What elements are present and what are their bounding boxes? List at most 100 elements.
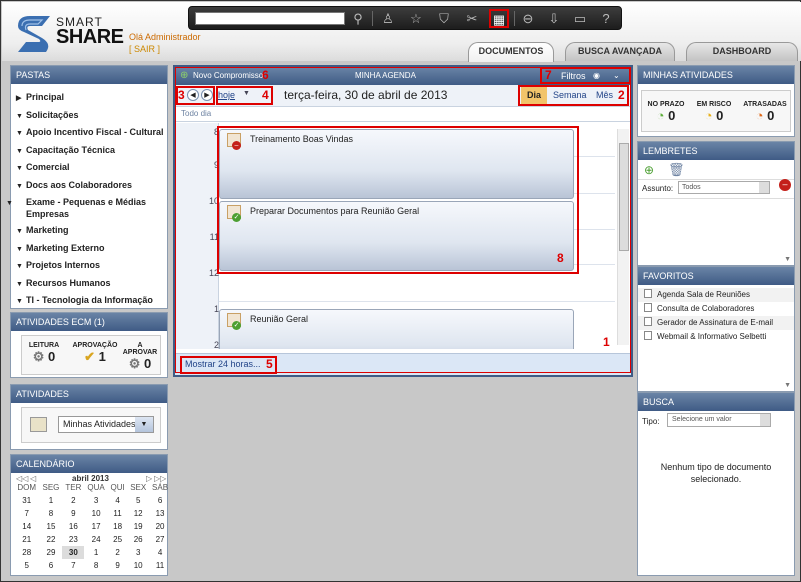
type-select[interactable]: Selecione um valor — [667, 413, 771, 427]
status-on-time[interactable]: NO PRAZO ◔ 0 — [644, 101, 688, 123]
add-icon[interactable]: ⊕ — [644, 163, 654, 177]
calendar-day[interactable]: 20 — [149, 520, 171, 533]
calendar-icon[interactable]: ▦ — [489, 9, 509, 28]
calendar-day[interactable]: 7 — [62, 559, 84, 572]
remove-icon[interactable]: – — [779, 179, 791, 191]
favorite-item[interactable]: Agenda Sala de Reuniões — [638, 288, 794, 302]
tab-busca-avancada[interactable]: BUSCA AVANÇADA — [565, 42, 675, 61]
ecm-to-approve[interactable]: A APROVAR ⚙ 0 — [120, 342, 160, 372]
activities-select[interactable]: Minhas Atividades ▼ — [58, 416, 154, 433]
tools-icon[interactable]: ✂ — [463, 10, 481, 27]
status-value: 0 — [668, 108, 676, 123]
collapse-icon: ▼ — [16, 130, 23, 137]
clock-icon: ◔ — [704, 108, 713, 123]
calendar-day[interactable]: 4 — [149, 546, 171, 559]
calendar-day[interactable]: 29 — [39, 546, 62, 559]
chevron-down-icon[interactable] — [759, 182, 769, 193]
calendar-day[interactable]: 4 — [108, 494, 127, 507]
download-icon[interactable]: ⇩ — [545, 10, 563, 27]
calendar-day[interactable]: 1 — [39, 494, 62, 507]
calendar-day[interactable]: 23 — [62, 533, 84, 546]
calendar-day[interactable]: 25 — [108, 533, 127, 546]
calendar-day[interactable]: 28 — [14, 546, 39, 559]
activities-box: Minhas Atividades ▼ — [21, 407, 161, 443]
printer-icon[interactable]: ⊖ — [519, 10, 537, 27]
star-icon[interactable]: ☆ — [407, 10, 425, 27]
calendar-day[interactable]: 2 — [108, 546, 127, 559]
calendar-day[interactable]: 5 — [127, 494, 149, 507]
calendar-day[interactable]: 9 — [108, 559, 127, 572]
folder-item[interactable]: ▼ Comercial — [11, 159, 167, 177]
calendar-day[interactable]: 18 — [108, 520, 127, 533]
calendar-day[interactable]: 6 — [39, 559, 62, 572]
calendar-day[interactable]: 5 — [14, 559, 39, 572]
folder-item[interactable]: ▼ TI - Tecnologia da Informação — [11, 292, 167, 310]
subject-select[interactable]: Todos — [678, 181, 770, 194]
user-icon[interactable]: ♙ — [379, 10, 397, 27]
tag-icon[interactable]: ⛉ — [435, 10, 453, 27]
calendar-day[interactable]: 10 — [127, 559, 149, 572]
chevron-down-icon[interactable]: ▼ — [135, 417, 153, 432]
calendar-day[interactable]: 24 — [84, 533, 108, 546]
folder-item[interactable]: ▼ Solicitações — [11, 107, 167, 125]
favorite-item[interactable]: Webmail & Informativo Selbetti — [638, 330, 794, 344]
favorite-item[interactable]: Consulta de Colaboradores — [638, 302, 794, 316]
calendar-day[interactable]: 13 — [149, 507, 171, 520]
favorite-item[interactable]: Gerador de Assinatura de E-mail — [638, 316, 794, 330]
status-late[interactable]: ATRASADAS ◔ 0 — [741, 101, 789, 123]
calendar-day[interactable]: 22 — [39, 533, 62, 546]
folder-item[interactable]: ▼ Apoio Incentivo Fiscal - Cultural — [11, 124, 167, 142]
tab-dashboard[interactable]: DASHBOARD — [686, 42, 798, 61]
calendar-day[interactable]: 15 — [39, 520, 62, 533]
search-icon[interactable]: ⚲ — [349, 10, 367, 27]
folder-item[interactable]: ▼ Recursos Humanos — [11, 275, 167, 293]
calendar-day[interactable]: 31 — [14, 494, 39, 507]
calendar-day[interactable]: 17 — [84, 520, 108, 533]
folder-item[interactable]: ▼ Projetos Internos — [11, 257, 167, 275]
calendar-day[interactable]: 14 — [14, 520, 39, 533]
calendar-day[interactable]: 8 — [39, 507, 62, 520]
chevron-down-icon[interactable] — [760, 414, 770, 426]
folder-label: Docs aos Colaboradores — [26, 179, 133, 190]
chevron-down-icon[interactable]: ▼ — [784, 256, 791, 263]
calendar-day-today[interactable]: 30 — [62, 546, 85, 559]
folder-label: Projetos Internos — [26, 260, 101, 270]
calendar-day[interactable]: 12 — [127, 507, 149, 520]
ecm-value-row: ✔ 1 — [72, 349, 118, 365]
status-at-risk[interactable]: EM RISCO ◔ 0 — [692, 101, 736, 123]
folder-item[interactable]: ▼ Marketing Externo — [11, 240, 167, 258]
folder-item[interactable]: ▶ Principal — [11, 89, 167, 107]
folder-item[interactable]: ▼ Capacitação Técnica — [11, 142, 167, 160]
calendar-day[interactable]: 26 — [127, 533, 149, 546]
calendar-day[interactable]: 2 — [62, 494, 84, 507]
ecm-approval[interactable]: APROVAÇÃO ✔ 1 — [72, 342, 118, 365]
folder-item[interactable]: ▼ Exame - Pequenas e Médias Empresas — [6, 194, 167, 222]
calendar-day[interactable]: 3 — [84, 494, 108, 507]
calendar-day[interactable]: 6 — [149, 494, 171, 507]
calendar-day[interactable]: 1 — [84, 546, 108, 559]
folder-item[interactable]: ▼ Marketing — [11, 222, 167, 240]
calendar-day[interactable]: 3 — [127, 546, 149, 559]
folder-label: Solicitações — [26, 109, 79, 120]
logout-link[interactable]: [ SAIR ] — [129, 44, 160, 54]
window-icon[interactable]: ▭ — [571, 10, 589, 27]
help-icon[interactable]: ? — [597, 10, 615, 27]
ecm-reading[interactable]: LEITURA ⚙ 0 — [24, 342, 64, 365]
search-input[interactable] — [195, 12, 345, 25]
gear-icon: ⚙ — [32, 349, 45, 364]
calendar-day[interactable]: 11 — [108, 507, 127, 520]
calendar-day[interactable]: 19 — [127, 520, 149, 533]
calendar-day[interactable]: 10 — [84, 507, 108, 520]
calendar-day[interactable]: 11 — [149, 559, 171, 572]
calendar-day[interactable]: 21 — [14, 533, 39, 546]
calendar-day[interactable]: 8 — [84, 559, 108, 572]
calendar-day[interactable]: 7 — [14, 507, 39, 520]
tab-documentos[interactable]: DOCUMENTOS — [468, 42, 554, 62]
folder-item[interactable]: ▼ Docs aos Colaboradores — [11, 177, 167, 195]
calendar-day[interactable]: 16 — [62, 520, 84, 533]
calendar-day[interactable]: 9 — [62, 507, 84, 520]
folders-title: PASTAS — [11, 66, 167, 84]
calendar-day[interactable]: 27 — [149, 533, 171, 546]
chevron-down-icon[interactable]: ▼ — [784, 382, 791, 389]
trash-icon[interactable]: 🗑 — [668, 162, 685, 178]
